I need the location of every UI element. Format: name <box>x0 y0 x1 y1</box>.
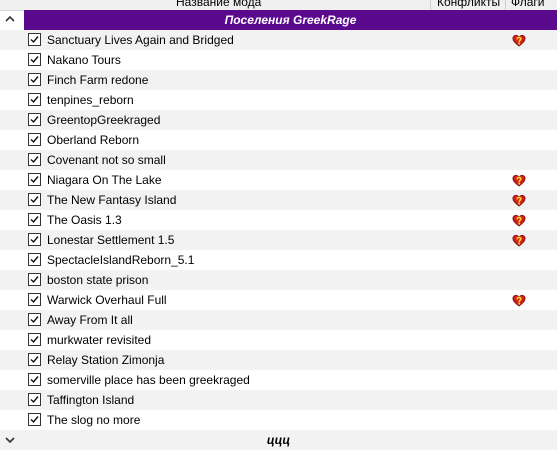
flag-heart-question-icon <box>511 292 527 308</box>
mod-name: Away From It all <box>47 313 133 327</box>
mod-row[interactable]: The Oasis 1.3 <box>0 210 557 230</box>
column-separator[interactable] <box>430 0 431 10</box>
mod-name: Nakano Tours <box>47 53 121 67</box>
mod-row[interactable]: Covenant not so small <box>0 150 557 170</box>
mod-name: Lonestar Settlement 1.5 <box>47 233 175 247</box>
mod-row[interactable]: boston state prison <box>0 270 557 290</box>
mod-enabled-checkbox[interactable] <box>28 33 41 46</box>
mod-enabled-checkbox[interactable] <box>28 273 41 286</box>
column-header-flags[interactable]: Флаги <box>511 0 544 9</box>
mod-name: murkwater revisited <box>47 333 152 347</box>
mod-enabled-checkbox[interactable] <box>28 393 41 406</box>
mod-row[interactable]: GreentopGreekraged <box>0 110 557 130</box>
mod-name: tenpines_reborn <box>47 93 134 107</box>
mod-name: Relay Station Zimonja <box>47 353 165 367</box>
mod-row[interactable]: Finch Farm redone <box>0 70 557 90</box>
group-title: ццц <box>266 433 291 447</box>
mod-name: Sanctuary Lives Again and Bridged <box>47 33 234 47</box>
column-separator[interactable] <box>505 0 506 10</box>
mod-enabled-checkbox[interactable] <box>28 373 41 386</box>
flag-heart-question-icon <box>511 32 527 48</box>
mod-row[interactable]: Nakano Tours <box>0 50 557 70</box>
group-header-ccc[interactable]: ццц <box>0 430 557 450</box>
column-header-conflicts[interactable]: Конфликты <box>437 0 500 9</box>
mod-row[interactable]: Sanctuary Lives Again and Bridged <box>0 30 557 50</box>
mod-name: somerville place has been greekraged <box>47 373 250 387</box>
mod-enabled-checkbox[interactable] <box>28 313 41 326</box>
mod-name: GreentopGreekraged <box>47 113 161 127</box>
group-band: Поселения GreekRage <box>24 10 557 30</box>
mod-name: Niagara On The Lake <box>47 173 162 187</box>
mod-row[interactable]: The New Fantasy Island <box>0 190 557 210</box>
mod-enabled-checkbox[interactable] <box>28 413 41 426</box>
mod-name: The Oasis 1.3 <box>47 213 122 227</box>
mod-enabled-checkbox[interactable] <box>28 153 41 166</box>
mod-enabled-checkbox[interactable] <box>28 173 41 186</box>
mod-enabled-checkbox[interactable] <box>28 73 41 86</box>
mod-row[interactable]: Taffington Island <box>0 390 557 410</box>
flag-heart-question-icon <box>511 172 527 188</box>
mod-row[interactable]: Lonestar Settlement 1.5 <box>0 230 557 250</box>
mod-row[interactable]: Oberland Reborn <box>0 130 557 150</box>
flag-heart-question-icon <box>511 212 527 228</box>
mod-row[interactable]: tenpines_reborn <box>0 90 557 110</box>
mod-enabled-checkbox[interactable] <box>28 93 41 106</box>
mod-row[interactable]: Relay Station Zimonja <box>0 350 557 370</box>
mod-enabled-checkbox[interactable] <box>28 113 41 126</box>
column-header-name[interactable]: Название мода <box>176 0 261 9</box>
mod-name: Oberland Reborn <box>47 133 140 147</box>
mod-enabled-checkbox[interactable] <box>28 253 41 266</box>
mod-enabled-checkbox[interactable] <box>28 333 41 346</box>
mod-enabled-checkbox[interactable] <box>28 193 41 206</box>
mod-enabled-checkbox[interactable] <box>28 53 41 66</box>
mod-name: The slog no more <box>47 413 141 427</box>
mod-enabled-checkbox[interactable] <box>28 213 41 226</box>
mod-row[interactable]: The slog no more <box>0 410 557 430</box>
flag-heart-question-icon <box>511 232 527 248</box>
mod-name: Taffington Island <box>47 393 135 407</box>
mod-name: The New Fantasy Island <box>47 193 177 207</box>
mod-name: boston state prison <box>47 273 149 287</box>
mod-row[interactable]: Away From It all <box>0 310 557 330</box>
mod-enabled-checkbox[interactable] <box>28 293 41 306</box>
mod-name: Covenant not so small <box>47 153 166 167</box>
flag-heart-question-icon <box>511 192 527 208</box>
mod-row[interactable]: Niagara On The Lake <box>0 170 557 190</box>
mod-row[interactable]: murkwater revisited <box>0 330 557 350</box>
mod-name: Finch Farm redone <box>47 73 149 87</box>
mod-row[interactable]: Warwick Overhaul Full <box>0 290 557 310</box>
group-header-greekrage[interactable]: Поселения GreekRage <box>0 10 557 30</box>
chevron-up-icon[interactable] <box>5 14 15 24</box>
group-title: Поселения GreekRage <box>224 13 357 27</box>
mod-enabled-checkbox[interactable] <box>28 233 41 246</box>
mod-enabled-checkbox[interactable] <box>28 133 41 146</box>
mod-row[interactable]: somerville place has been greekraged <box>0 370 557 390</box>
mod-row[interactable]: SpectacleIslandReborn_5.1 <box>0 250 557 270</box>
mod-name: SpectacleIslandReborn_5.1 <box>47 253 195 267</box>
mod-name: Warwick Overhaul Full <box>47 293 167 307</box>
mod-enabled-checkbox[interactable] <box>28 353 41 366</box>
